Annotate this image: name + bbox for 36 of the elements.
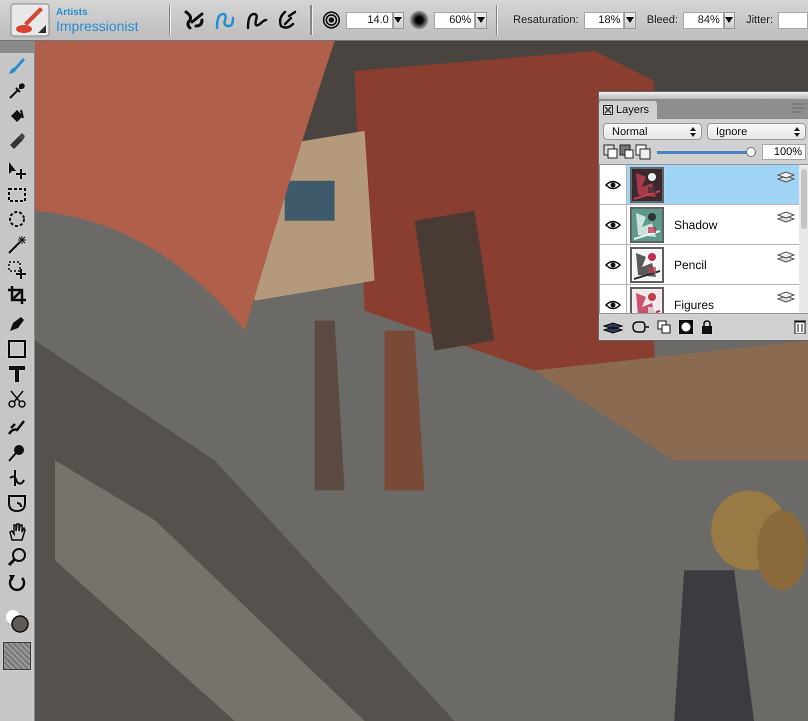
caret-icon bbox=[725, 17, 734, 23]
adjuster-icon bbox=[7, 260, 27, 280]
scissors-icon bbox=[7, 388, 27, 408]
stroke-icon bbox=[182, 8, 206, 32]
bleed-label: Bleed: bbox=[646, 14, 678, 26]
jitter-label: Jitter: bbox=[746, 14, 774, 26]
caret-icon bbox=[626, 17, 634, 23]
resaturation-label: Resaturation: bbox=[513, 14, 579, 26]
caret-icon bbox=[394, 17, 402, 23]
brush-icon bbox=[10, 3, 50, 37]
crop-icon bbox=[7, 284, 27, 304]
opacity-field[interactable]: 60% bbox=[434, 12, 476, 28]
text-tool-icon bbox=[7, 364, 27, 384]
brush-variant-label: Impressionist bbox=[56, 18, 138, 34]
bleed-field[interactable]: 84% bbox=[682, 12, 724, 28]
brush-icon bbox=[7, 56, 27, 76]
color-swatches-icon[interactable] bbox=[4, 608, 30, 634]
wand-icon bbox=[7, 234, 27, 254]
caret-icon bbox=[476, 17, 485, 23]
dropper-icon bbox=[7, 80, 27, 100]
brush-category-label: Artists bbox=[56, 6, 89, 18]
paper-texture-swatch[interactable] bbox=[3, 642, 31, 670]
resaturation-field[interactable]: 18% bbox=[584, 12, 624, 28]
dropdown-button[interactable] bbox=[624, 12, 636, 28]
magnifier-icon bbox=[7, 546, 27, 566]
blender-icon bbox=[7, 442, 27, 462]
shape-icon bbox=[7, 338, 27, 358]
dropdown-button[interactable] bbox=[724, 12, 736, 28]
brush-selector-button[interactable] bbox=[10, 3, 50, 37]
jitter-field[interactable] bbox=[778, 12, 808, 28]
dropdown-button[interactable] bbox=[475, 12, 487, 28]
size-field[interactable]: 14.0 bbox=[346, 12, 393, 28]
lasso-icon bbox=[7, 210, 27, 230]
dropdown-button[interactable] bbox=[392, 12, 404, 28]
hand-icon bbox=[7, 522, 27, 542]
move-icon bbox=[7, 160, 27, 180]
